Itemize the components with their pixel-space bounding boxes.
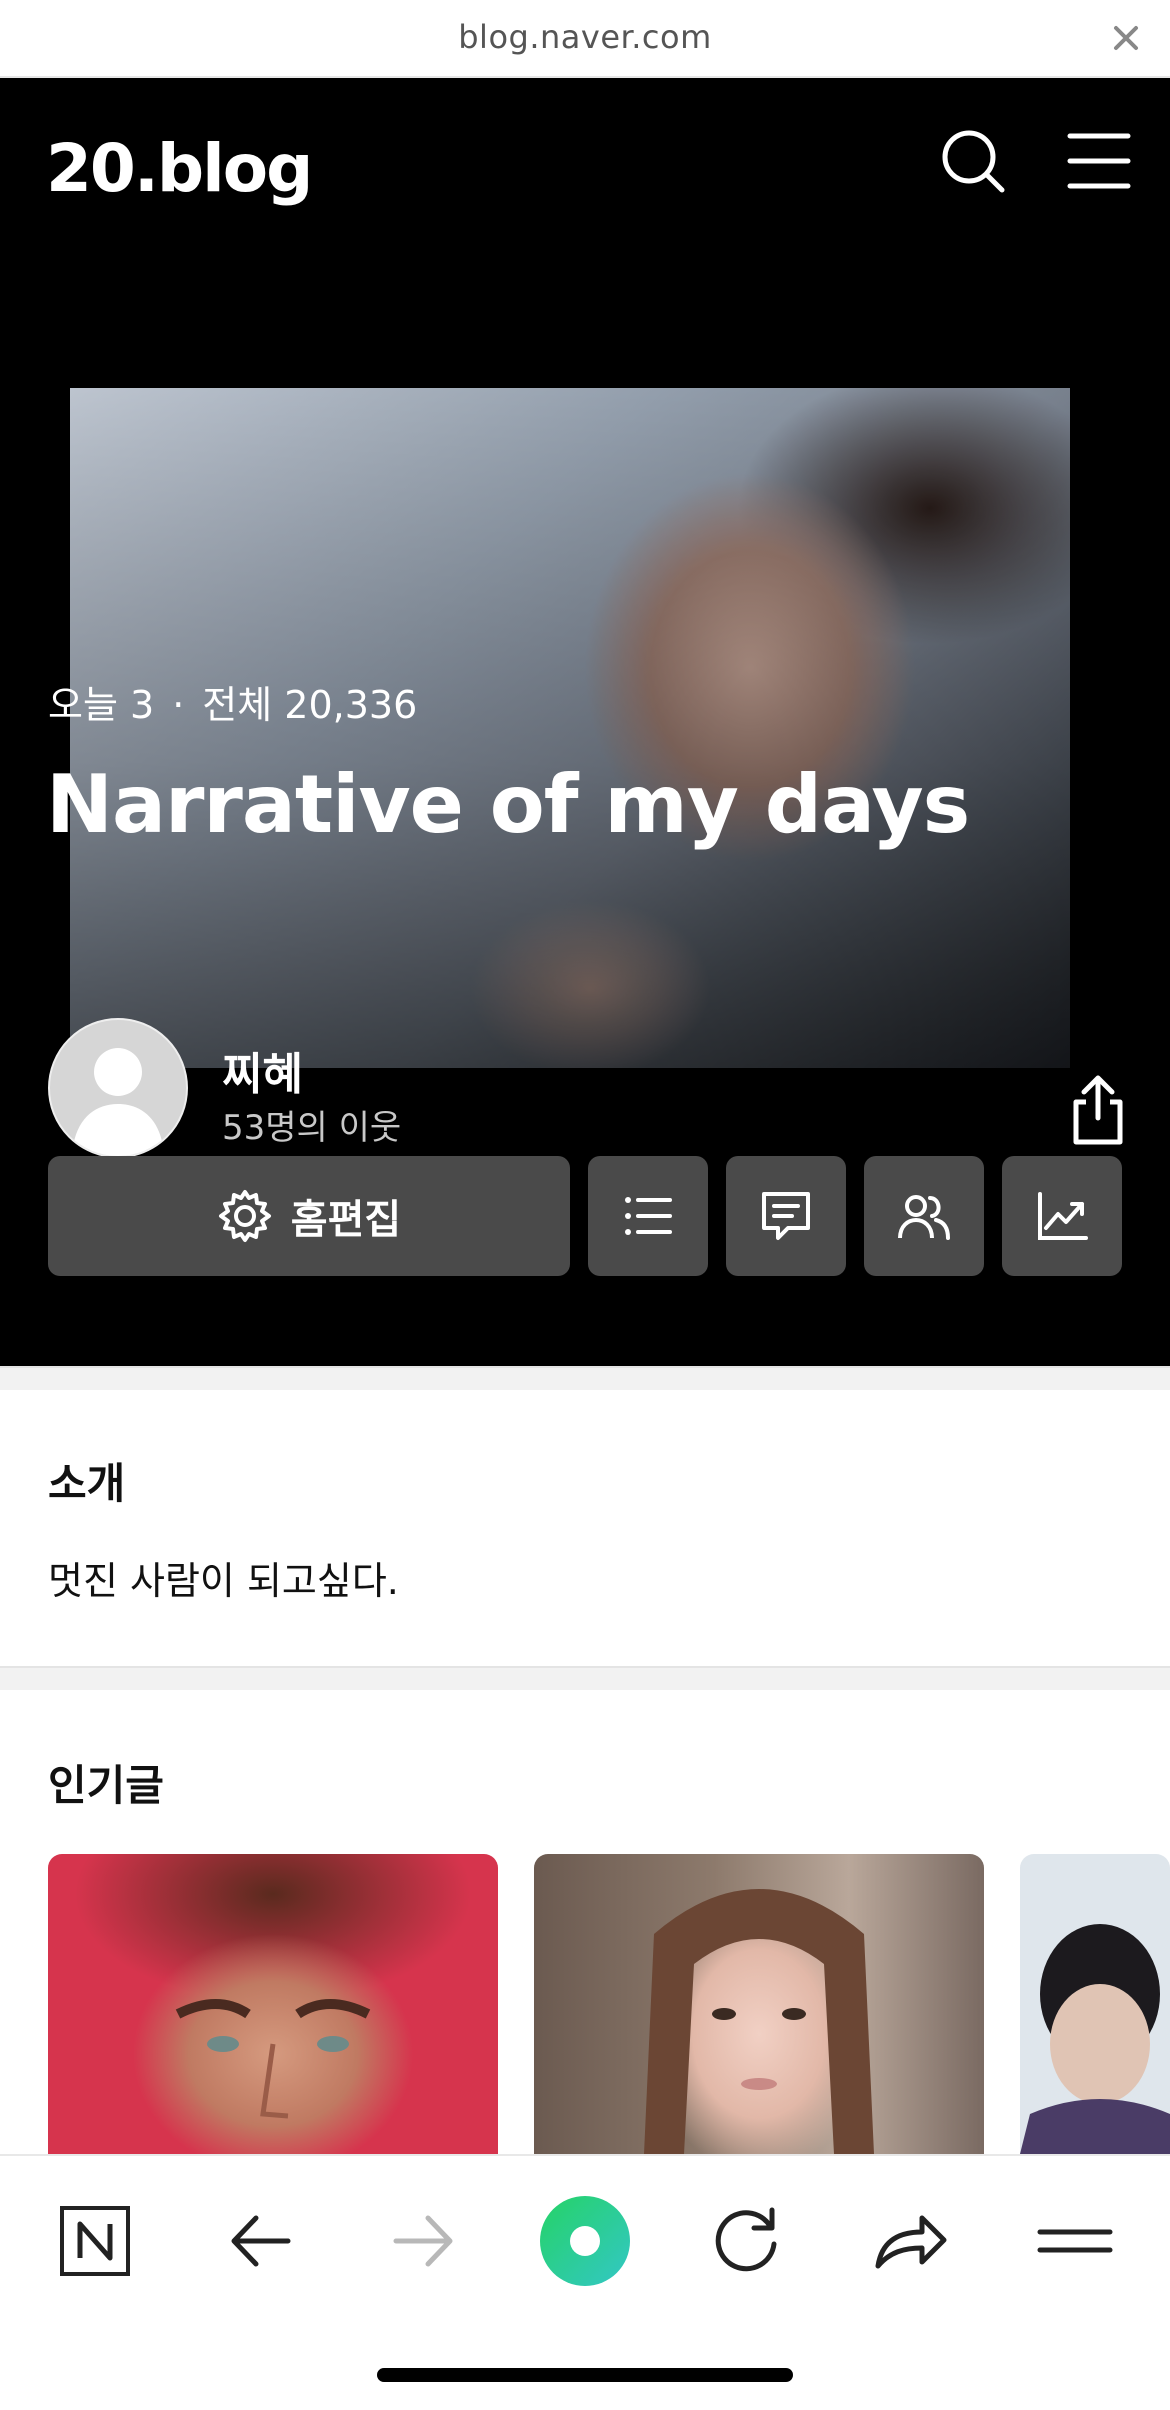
home-edit-button[interactable]: 홈편집 xyxy=(48,1156,570,1276)
post-list-button[interactable] xyxy=(588,1156,708,1276)
naver-n-icon[interactable] xyxy=(50,2196,140,2286)
gear-icon xyxy=(218,1190,271,1242)
post-thumbnail xyxy=(175,1999,371,2119)
list-icon xyxy=(625,1197,672,1235)
browser-url-bar: blog.naver.com xyxy=(0,0,1170,78)
share-icon[interactable] xyxy=(1066,1074,1130,1146)
popular-post-card[interactable] xyxy=(534,1854,984,2154)
menu-icon[interactable] xyxy=(1064,126,1134,196)
url-text[interactable]: blog.naver.com xyxy=(0,18,1170,56)
neighbor-count[interactable]: 53명의 이웃 xyxy=(222,1100,401,1149)
home-indicator[interactable] xyxy=(377,2368,793,2382)
green-dot-icon[interactable] xyxy=(538,2194,632,2288)
blog-title: Narrative of my days xyxy=(46,758,970,851)
stats-separator: · xyxy=(172,683,185,727)
user-name[interactable]: 찌혜 xyxy=(222,1038,303,1102)
refresh-icon[interactable] xyxy=(702,2196,792,2286)
intro-section: 소개 멋진 사람이 되고싶다. xyxy=(0,1390,1170,1664)
total-count: 전체 20,336 xyxy=(202,683,418,727)
people-icon xyxy=(898,1195,950,1240)
popular-post-card[interactable] xyxy=(1020,1854,1170,2154)
blog-logo[interactable]: 20.blog xyxy=(46,130,313,207)
close-icon[interactable] xyxy=(1106,18,1146,58)
section-divider xyxy=(0,1666,1170,1692)
intro-title: 소개 xyxy=(48,1459,126,1508)
comment-icon xyxy=(762,1192,810,1240)
menu-lines-icon[interactable] xyxy=(1030,2196,1120,2286)
blog-hero: 20.blog 오늘 3 · 전체 20,336 Narrative of my d… xyxy=(0,78,1170,1366)
today-count: 오늘 3 xyxy=(48,683,155,727)
avatar[interactable] xyxy=(48,1018,188,1158)
comments-button[interactable] xyxy=(726,1156,846,1276)
stats-chart-icon xyxy=(1038,1192,1088,1240)
popular-title: 인기글 xyxy=(48,1761,164,1810)
section-divider xyxy=(0,1366,1170,1392)
post-thumbnail xyxy=(644,1889,874,2154)
post-thumbnail xyxy=(1020,1924,1170,2154)
search-icon[interactable] xyxy=(938,126,1008,196)
default-avatar-icon xyxy=(72,1048,164,1156)
back-arrow-icon[interactable] xyxy=(216,2196,306,2286)
stats-button[interactable] xyxy=(1002,1156,1122,1276)
neighbors-button[interactable] xyxy=(864,1156,984,1276)
share-arrow-icon[interactable] xyxy=(864,2196,954,2286)
popular-post-card[interactable] xyxy=(48,1854,498,2154)
intro-text: 멋진 사람이 되고싶다. xyxy=(48,1559,399,1603)
visitor-stats: 오늘 3 · 전체 20,336 xyxy=(48,674,417,729)
home-edit-label: 홈편집 xyxy=(290,1197,402,1243)
forward-arrow-icon[interactable] xyxy=(378,2196,468,2286)
